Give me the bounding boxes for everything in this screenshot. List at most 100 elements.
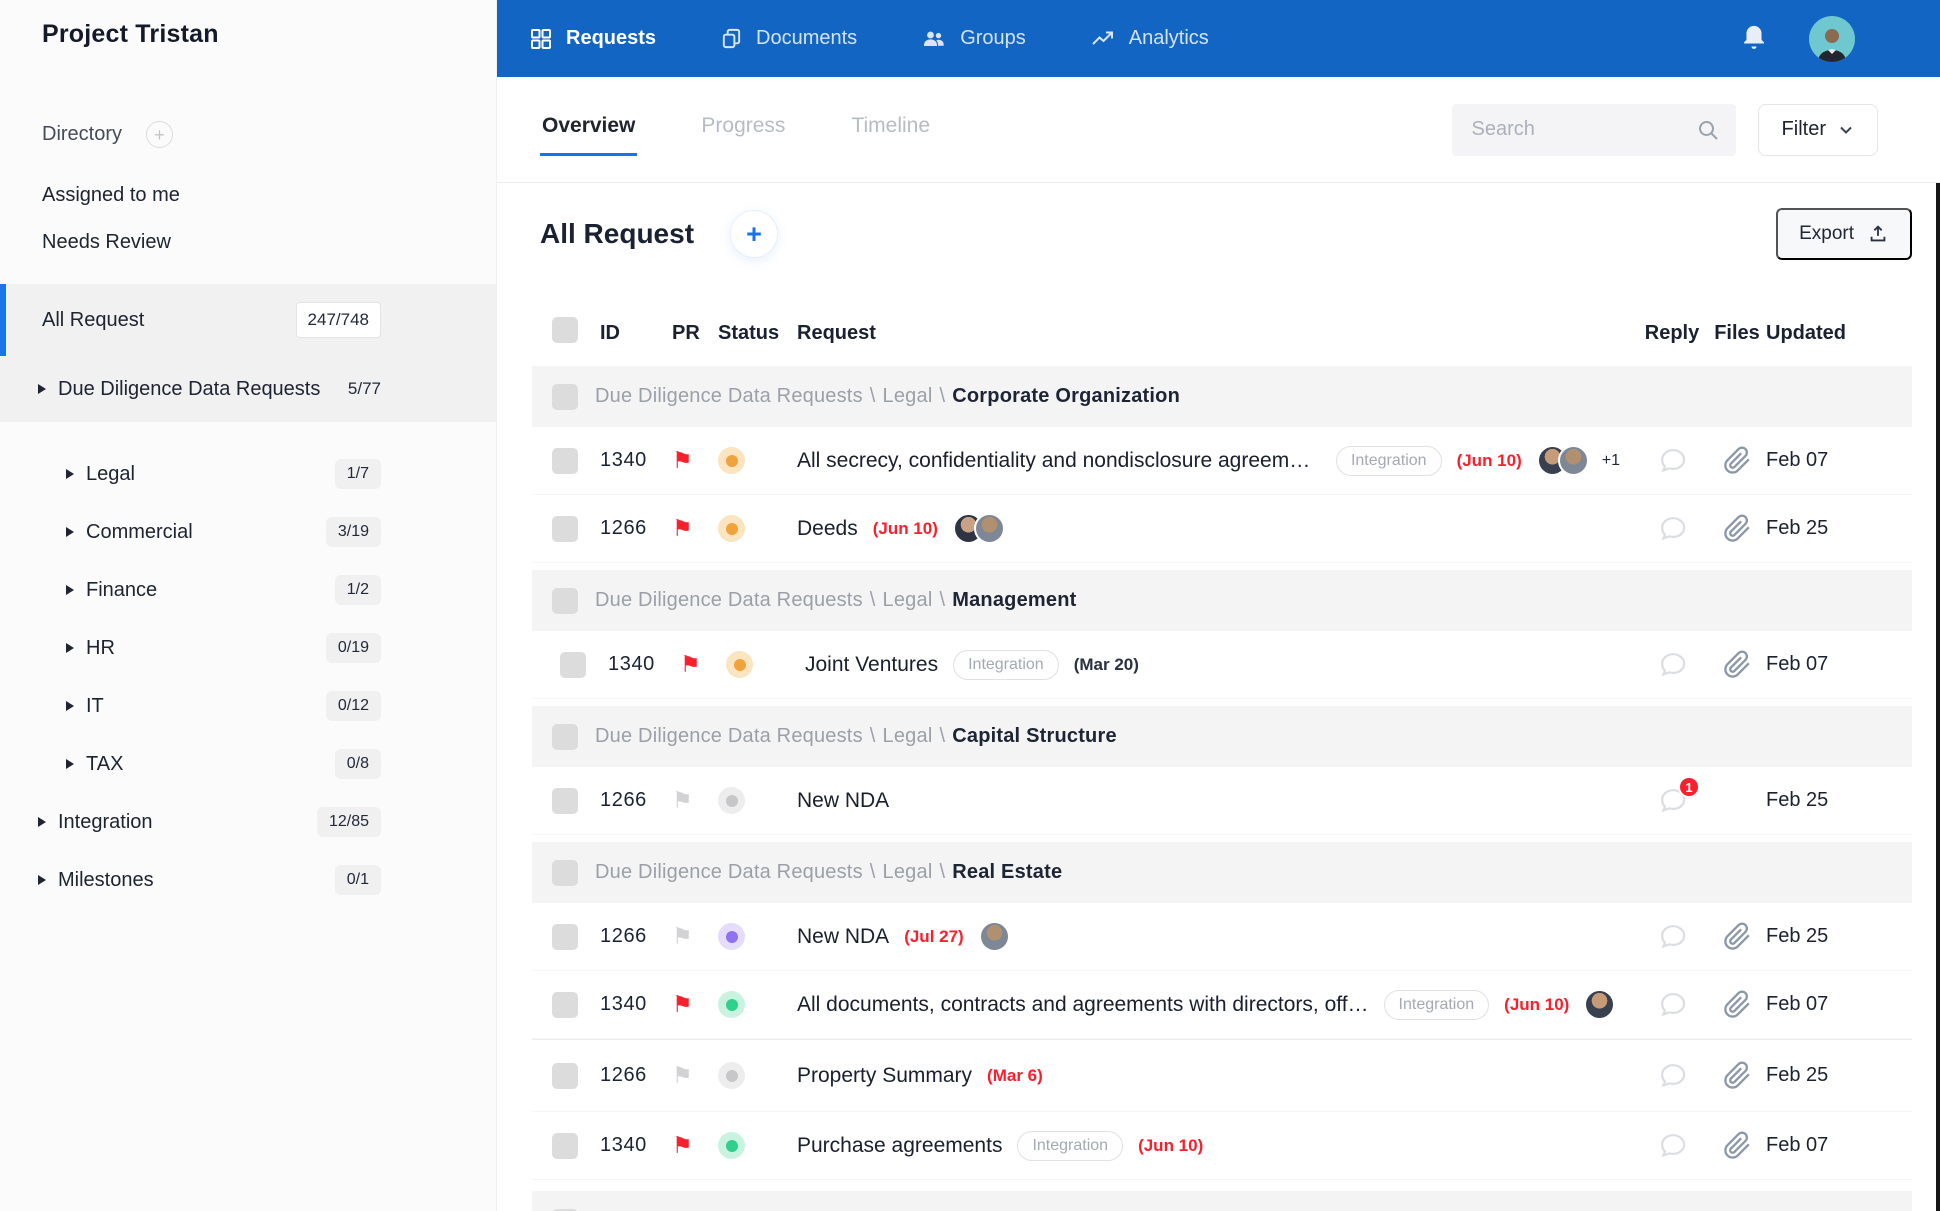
count-badge: 0/19 xyxy=(325,633,381,663)
updated-date: Feb 25 xyxy=(1766,517,1829,539)
reply-button[interactable]: 1 xyxy=(1636,776,1708,816)
sidebar: Project Tristan Directory + Assigned to … xyxy=(0,0,497,1211)
tab-progress[interactable]: Progress xyxy=(699,114,787,156)
priority-flag-icon[interactable]: ⚑ xyxy=(672,993,718,1016)
request-title: New NDA xyxy=(797,788,890,812)
search-icon xyxy=(1696,118,1720,147)
group-breadcrumb: Due Diligence Data Requests \ Legal \ Corpor… xyxy=(595,385,1180,407)
nav-analytics[interactable]: Analytics xyxy=(1090,27,1209,51)
due-date: (Jun 10) xyxy=(1504,994,1570,1014)
sidebar-item-tax[interactable]: TAX 0/8 xyxy=(0,735,496,793)
group-checkbox[interactable] xyxy=(552,587,578,614)
reply-button[interactable] xyxy=(1636,445,1708,476)
group-checkbox[interactable] xyxy=(552,859,578,886)
select-all-checkbox[interactable] xyxy=(552,317,578,343)
unread-reply-badge: 1 xyxy=(1678,776,1700,798)
row-checkbox[interactable] xyxy=(552,991,578,1018)
search-box xyxy=(1451,103,1736,156)
sidebar-item-due-diligence-data-requests[interactable]: Due Diligence Data Requests 5/77 xyxy=(0,356,496,422)
nav-groups[interactable]: Groups xyxy=(921,27,1026,51)
attachment-button[interactable] xyxy=(1708,990,1766,1019)
nav-documents[interactable]: Documents xyxy=(720,27,857,50)
row-checkbox[interactable] xyxy=(560,651,586,678)
sidebar-item-finance[interactable]: Finance 1/2 xyxy=(0,561,496,619)
priority-flag-icon[interactable]: ⚑ xyxy=(680,653,726,676)
priority-flag-icon[interactable]: ⚑ xyxy=(672,1134,718,1157)
reply-button[interactable] xyxy=(1636,513,1708,544)
tab-timeline[interactable]: Timeline xyxy=(849,114,932,156)
row-checkbox[interactable] xyxy=(552,787,578,814)
priority-flag-icon[interactable]: ⚑ xyxy=(672,789,718,812)
priority-flag-icon[interactable]: ⚑ xyxy=(672,449,718,472)
priority-flag-icon[interactable]: ⚑ xyxy=(672,925,718,948)
add-request-button[interactable]: + xyxy=(730,210,779,258)
notifications-bell-icon[interactable] xyxy=(1741,22,1767,55)
request-row[interactable]: 1266 ⚑ Deeds (Jun 10) Feb 25 xyxy=(532,495,1912,563)
export-button[interactable]: Export xyxy=(1776,208,1912,260)
sidebar-item-needs-review[interactable]: Needs Review xyxy=(0,219,496,266)
sidebar-item-legal[interactable]: Legal 1/7 xyxy=(0,445,496,503)
sidebar-item-integration[interactable]: Integration 12/85 xyxy=(0,793,496,851)
people-icon xyxy=(921,27,947,51)
tag-pill: Integration xyxy=(953,649,1059,680)
user-avatar[interactable] xyxy=(1809,15,1855,62)
reply-button[interactable] xyxy=(1636,1130,1708,1161)
status-dot xyxy=(718,1132,745,1159)
count-badge: 0/1 xyxy=(334,865,381,895)
priority-flag-icon[interactable]: ⚑ xyxy=(672,517,718,540)
row-checkbox[interactable] xyxy=(552,1132,578,1159)
due-date: (Jul 27) xyxy=(904,926,964,946)
group-checkbox[interactable] xyxy=(552,723,578,750)
count-badge: 1/2 xyxy=(334,575,381,605)
attachment-button[interactable] xyxy=(1708,514,1766,543)
updated-date: Feb 25 xyxy=(1766,925,1829,947)
reply-button[interactable] xyxy=(1636,921,1708,952)
request-row[interactable]: 1340 ⚑ All documents, contracts and agreem… xyxy=(532,971,1912,1039)
attachment-button[interactable] xyxy=(1708,922,1766,951)
request-row[interactable]: 1340 ⚑ All secrecy, confidentiality and no… xyxy=(532,427,1912,495)
tab-overview[interactable]: Overview xyxy=(540,114,638,156)
attachment-button[interactable] xyxy=(1708,650,1766,679)
request-row[interactable]: 1340 ⚑ Purchase agreements Integration (Jun … xyxy=(532,1112,1912,1180)
request-title: All secrecy, confidentiality and nondisc… xyxy=(797,448,1321,472)
count-badge: 5/77 xyxy=(347,379,381,398)
row-checkbox[interactable] xyxy=(552,515,578,542)
attachment-button[interactable] xyxy=(1708,1131,1766,1160)
scrollbar[interactable] xyxy=(1936,183,1940,1211)
sidebar-item-milestones[interactable]: Milestones 0/1 xyxy=(0,851,496,909)
reply-button[interactable] xyxy=(1636,1060,1708,1091)
sidebar-item-hr[interactable]: HR 0/19 xyxy=(0,619,496,677)
col-updated: Updated xyxy=(1766,321,1846,344)
updated-date: Feb 25 xyxy=(1766,789,1829,811)
request-row[interactable]: 1266 ⚑ Property Summary (Mar 6) Feb 25 xyxy=(532,1039,1912,1112)
row-checkbox[interactable] xyxy=(552,1062,578,1089)
due-date: (Jun 10) xyxy=(872,518,938,538)
search-input[interactable] xyxy=(1451,103,1736,156)
attachment-button[interactable] xyxy=(1708,446,1766,475)
request-row[interactable]: 1340 ⚑ Joint Ventures Integration (Mar 20) Fe… xyxy=(532,631,1912,699)
expand-arrow-icon xyxy=(66,701,74,711)
reply-button[interactable] xyxy=(1636,989,1708,1020)
attachment-button[interactable] xyxy=(1708,1061,1766,1090)
request-row[interactable]: 1266 ⚑ New NDA 1 Feb 25 xyxy=(532,767,1912,835)
sidebar-item-commercial[interactable]: Commercial 3/19 xyxy=(0,503,496,561)
row-checkbox[interactable] xyxy=(552,923,578,950)
sidebar-item-it[interactable]: IT 0/12 xyxy=(0,677,496,735)
expand-arrow-icon xyxy=(66,469,74,479)
upload-icon xyxy=(1870,225,1886,242)
expand-arrow-icon xyxy=(38,817,46,827)
group-checkbox[interactable] xyxy=(552,383,578,410)
col-status: Status xyxy=(718,321,780,344)
nav-requests[interactable]: Requests xyxy=(529,27,656,51)
sidebar-item-all-request[interactable]: All Request 247/748 xyxy=(0,284,496,356)
filter-button[interactable]: Filter xyxy=(1757,103,1878,156)
priority-flag-icon[interactable]: ⚑ xyxy=(672,1064,718,1087)
updated-date: Feb 07 xyxy=(1766,449,1829,471)
sidebar-item-assigned-to-me[interactable]: Assigned to me xyxy=(0,172,496,219)
reply-button[interactable] xyxy=(1636,649,1708,680)
group-header-row: Due Diligence Data Requests \ Legal \ Capita… xyxy=(532,706,1912,767)
row-checkbox[interactable] xyxy=(552,447,578,474)
request-row[interactable]: 1266 ⚑ New NDA (Jul 27) Feb 25 xyxy=(532,903,1912,971)
col-pr: PR xyxy=(672,321,700,344)
add-directory-button[interactable]: + xyxy=(146,121,174,148)
